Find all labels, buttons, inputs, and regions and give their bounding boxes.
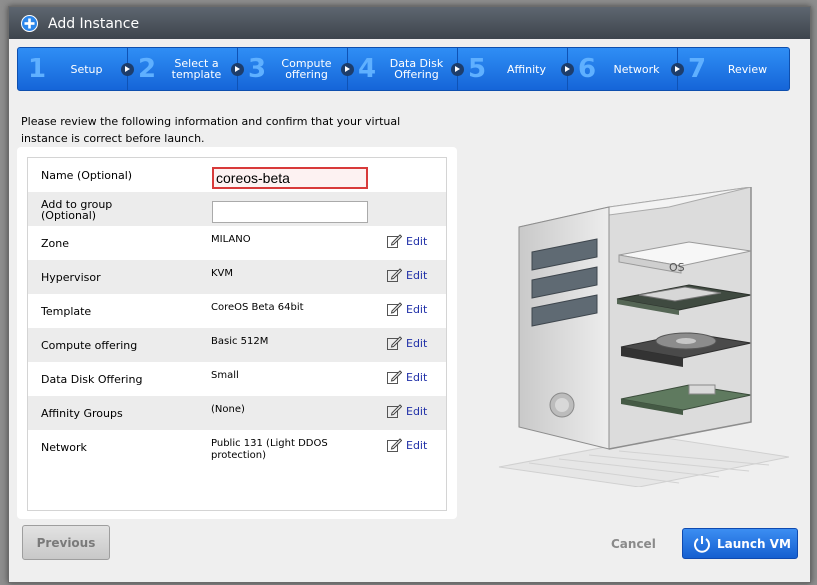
step-label: Select a template (171, 57, 222, 81)
name-input[interactable] (212, 167, 368, 189)
row-label: Compute offering (41, 339, 138, 352)
review-panel: Name (Optional) Add to group (Optional) … (17, 147, 457, 519)
edit-pencil-icon (387, 302, 402, 316)
row-value: CoreOS Beta 64bit (211, 302, 304, 313)
review-row-hypervisor: Hypervisor KVM Edit (28, 260, 446, 294)
step-number: 2 (138, 54, 157, 84)
step-label: Setup (70, 62, 103, 76)
edit-pencil-icon (387, 370, 402, 384)
plus-circle-icon (21, 15, 38, 32)
step-number: 3 (248, 54, 267, 84)
review-row-affinity-groups: Affinity Groups (None) Edit (28, 396, 446, 430)
add-instance-dialog: Add Instance 1 Setup 2 Select a template… (8, 6, 811, 583)
launch-vm-button[interactable]: Launch VM (682, 528, 798, 559)
edit-link-text: Edit (406, 336, 428, 350)
wizard-steps: 1 Setup 2 Select a template 3 Compute of… (17, 47, 790, 91)
edit-template-link[interactable]: Edit (386, 301, 427, 317)
step-number: 1 (28, 54, 47, 84)
edit-link-text: Edit (406, 268, 428, 282)
edit-link-text: Edit (406, 302, 428, 316)
row-value: Public 131 (Light DDOS protection) (211, 438, 328, 461)
row-value: (None) (211, 404, 245, 415)
step-select-template[interactable]: 2 Select a template (128, 48, 244, 90)
edit-pencil-icon (387, 234, 402, 248)
step-number: 7 (688, 54, 707, 84)
edit-link-text: Edit (406, 370, 428, 384)
step-arrow-icon (671, 63, 684, 76)
step-setup[interactable]: 1 Setup (18, 48, 134, 90)
row-label: Data Disk Offering (41, 373, 143, 386)
step-label: Data Disk Offering (389, 57, 444, 81)
edit-affinity-groups-link[interactable]: Edit (386, 403, 427, 419)
edit-link-text: Edit (406, 234, 428, 248)
review-table: Name (Optional) Add to group (Optional) … (27, 157, 447, 511)
step-arrow-icon (451, 63, 464, 76)
edit-data-disk-offering-link[interactable]: Edit (386, 369, 427, 385)
row-value: KVM (211, 268, 234, 279)
power-icon (694, 536, 710, 553)
dialog-title: Add Instance (48, 16, 140, 32)
step-data-disk-offering[interactable]: 4 Data Disk Offering (348, 48, 464, 90)
name-label: Name (Optional) (41, 169, 133, 182)
step-affinity[interactable]: 5 Affinity (458, 48, 574, 90)
step-number: 4 (358, 54, 377, 84)
row-label: Hypervisor (41, 271, 101, 284)
review-row-compute-offering: Compute offering Basic 512M Edit (28, 328, 446, 362)
review-row-name: Name (Optional) (28, 158, 446, 192)
step-number: 5 (468, 54, 487, 84)
edit-compute-offering-link[interactable]: Edit (386, 335, 427, 351)
previous-button[interactable]: Previous (22, 525, 110, 560)
review-row-zone: Zone MILANO Edit (28, 226, 446, 260)
edit-pencil-icon (387, 404, 402, 418)
step-label: Affinity (506, 62, 546, 76)
review-row-template: Template CoreOS Beta 64bit Edit (28, 294, 446, 328)
group-input[interactable] (212, 201, 368, 223)
step-network[interactable]: 6 Network (568, 48, 684, 90)
row-label: Template (41, 305, 92, 318)
step-label: Network (613, 62, 660, 76)
row-label: Zone (41, 237, 70, 250)
review-row-group: Add to group (Optional) (28, 192, 446, 226)
row-value: Small (211, 370, 239, 381)
group-label: Add to group (Optional) (41, 198, 113, 222)
edit-pencil-icon (387, 268, 402, 282)
step-label: Review (727, 62, 768, 76)
edit-hypervisor-link[interactable]: Edit (386, 267, 427, 283)
row-label: Network (41, 441, 87, 454)
step-compute-offering[interactable]: 3 Compute offering (238, 48, 354, 90)
edit-pencil-icon (387, 336, 402, 350)
row-label: Affinity Groups (41, 407, 123, 420)
edit-zone-link[interactable]: Edit (386, 233, 427, 249)
row-value: MILANO (211, 234, 251, 245)
step-arrow-icon (231, 63, 244, 76)
edit-link-text: Edit (406, 438, 428, 452)
row-value: Basic 512M (211, 336, 269, 347)
edit-link-text: Edit (406, 404, 428, 418)
review-row-network: Network Public 131 (Light DDOS protectio… (28, 430, 446, 464)
step-review[interactable]: 7 Review (678, 48, 789, 90)
dialog-titlebar: Add Instance (9, 7, 810, 39)
review-intro-text: Please review the following information … (21, 115, 401, 145)
edit-pencil-icon (387, 438, 402, 452)
cancel-button[interactable]: Cancel (611, 537, 656, 551)
step-arrow-icon (341, 63, 354, 76)
step-label: Compute offering (281, 57, 332, 81)
review-row-data-disk-offering: Data Disk Offering Small Edit (28, 362, 446, 396)
os-label: OS (669, 261, 685, 274)
launch-vm-label: Launch VM (717, 537, 791, 551)
step-number: 6 (578, 54, 597, 84)
edit-network-link[interactable]: Edit (386, 437, 427, 453)
server-tower-illustration: OS (498, 187, 789, 487)
step-arrow-icon (561, 63, 574, 76)
step-arrow-icon (121, 63, 134, 76)
